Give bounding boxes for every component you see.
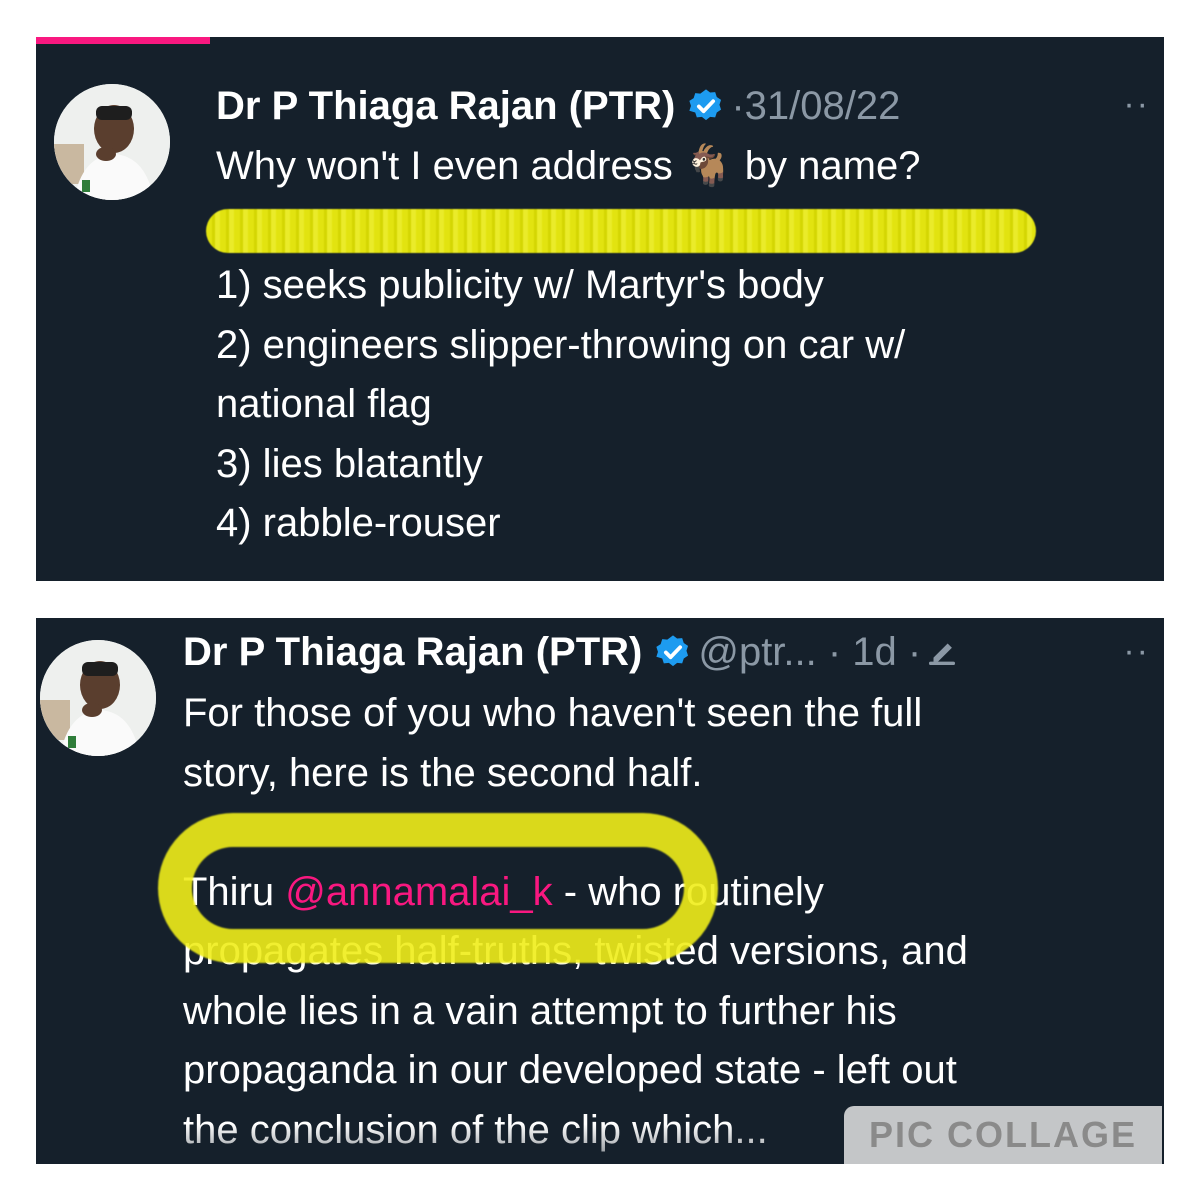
tweet-handle-time[interactable]: @ptr... · 1d ·	[698, 627, 921, 677]
tweet-line: 3) lies blatantly	[216, 441, 483, 486]
tweet-line: 2) engineers slipper-throwing on car w/	[216, 322, 906, 367]
tweet-line: Why won't I even address 🐐 by name?	[216, 144, 921, 188]
author-name[interactable]: Dr P Thiaga Rajan (PTR)	[183, 627, 642, 677]
avatar-photo-icon	[54, 84, 170, 200]
tweet-line: national flag	[216, 382, 432, 426]
progress-bar	[36, 37, 210, 44]
tweet-header: Dr P Thiaga Rajan (PTR) ·31/08/22	[216, 81, 900, 131]
tweet-line: For those of you who haven't seen the fu…	[183, 691, 923, 735]
avatar[interactable]	[40, 640, 156, 756]
author-name[interactable]: Dr P Thiaga Rajan (PTR)	[216, 81, 675, 131]
highlighter-scribble	[158, 813, 718, 963]
tweet-line: whole lies in a vain attempt to further …	[183, 988, 897, 1033]
tweet-card-1: Dr P Thiaga Rajan (PTR) ·31/08/22 ·· Why…	[36, 37, 1164, 581]
watermark: PIC COLLAGE	[844, 1106, 1162, 1164]
avatar[interactable]	[54, 84, 170, 200]
tweet-line: propaganda in our developed state - left…	[183, 1048, 957, 1092]
tweet-body: Why won't I even address 🐐 by name? 1) s…	[216, 137, 1146, 554]
tweet-line: 4) rabble-rouser	[216, 501, 501, 545]
more-options-icon[interactable]: ··	[1123, 87, 1150, 121]
tweet-line: story, here is the second half.	[183, 750, 703, 795]
avatar-photo-icon	[40, 640, 156, 756]
tweet-date[interactable]: ·31/08/22	[731, 81, 900, 131]
more-options-icon[interactable]: ··	[1123, 634, 1150, 668]
verified-badge-icon	[656, 635, 689, 667]
verified-badge-icon	[689, 89, 722, 121]
edit-pencil-icon[interactable]	[925, 635, 959, 669]
tweet-header: Dr P Thiaga Rajan (PTR) @ptr... · 1d ·	[183, 627, 959, 677]
tweet-card-2: Dr P Thiaga Rajan (PTR) @ptr... · 1d · ·…	[36, 618, 1164, 1164]
tweet-line: 1) seeks publicity w/ Martyr's body	[216, 263, 824, 307]
